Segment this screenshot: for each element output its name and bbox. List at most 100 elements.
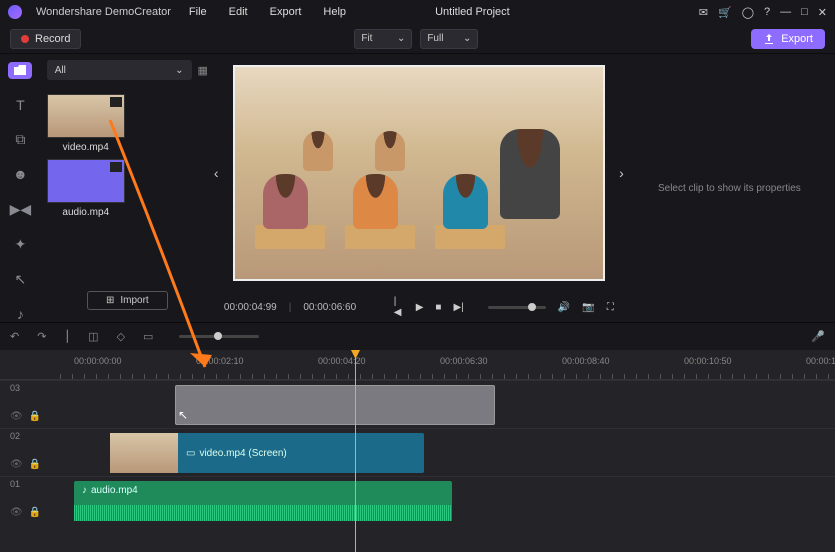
- music-note-icon: ♪: [82, 485, 87, 496]
- project-title: Untitled Project: [260, 6, 685, 18]
- next-button[interactable]: ▶|: [453, 302, 463, 313]
- chevron-down-icon: ⌄: [175, 65, 183, 76]
- chevron-down-icon: ⌄: [463, 33, 471, 44]
- tool-effects[interactable]: ✦: [8, 236, 32, 253]
- total-time: 00:00:06:60: [303, 302, 356, 313]
- menu-file[interactable]: File: [189, 6, 207, 18]
- snapshot-icon[interactable]: 📷: [582, 302, 594, 313]
- maximize-icon[interactable]: □: [801, 6, 808, 18]
- track-1[interactable]: 01 👁 🔒 ♪audio.mp4: [0, 476, 835, 524]
- preview-size-selects: Fit ⌄ Full ⌄: [354, 29, 478, 49]
- timeline-clip-audio[interactable]: ♪audio.mp4: [74, 481, 452, 521]
- screen-icon: ▭: [186, 448, 195, 459]
- cart-icon[interactable]: 🛒: [718, 6, 732, 19]
- camera-icon: [110, 97, 122, 107]
- record-label: Record: [35, 33, 70, 45]
- prev-frame-nav[interactable]: ‹: [214, 165, 219, 181]
- clip-name: audio.mp4: [47, 207, 125, 218]
- media-library: All ⌄ ▦ video.mp4 audio.mp4 ⊞ Import: [41, 54, 214, 322]
- redo-icon[interactable]: ↷: [37, 330, 46, 343]
- tool-cursor[interactable]: ↖: [8, 271, 32, 288]
- marker-icon[interactable]: ◇: [117, 330, 125, 343]
- clip-name: video.mp4: [47, 142, 125, 153]
- properties-panel: Select clip to show its properties: [624, 54, 835, 322]
- fit-label: Fit: [361, 33, 372, 44]
- mic-icon[interactable]: 🎤: [811, 330, 825, 343]
- zoom-slider[interactable]: [179, 335, 259, 338]
- delete-icon[interactable]: ▭: [143, 330, 153, 343]
- import-label: Import: [120, 295, 148, 306]
- timeline-toolbar: ↶ ↷ ⎮ ◫ ◇ ▭ 🎤: [0, 322, 835, 350]
- track-2[interactable]: 02 👁 🔒 ▭ video.mp4 (Screen): [0, 428, 835, 476]
- export-button[interactable]: Export: [751, 29, 825, 49]
- tool-text[interactable]: T: [8, 97, 32, 114]
- lock-icon[interactable]: 🔒: [29, 507, 41, 518]
- import-button[interactable]: ⊞ Import: [87, 291, 168, 310]
- playback-controls: 00:00:04:99 | 00:00:06:60 |◀ ▶ ■ ▶| 🔊 📷 …: [214, 292, 624, 322]
- eye-icon[interactable]: 👁: [10, 411, 23, 422]
- top-toolbar: Record Fit ⌄ Full ⌄ Export: [0, 24, 835, 54]
- video-preview-area: ‹ ›: [214, 54, 624, 292]
- library-clips: video.mp4 audio.mp4: [47, 94, 208, 218]
- tool-media[interactable]: [8, 62, 32, 79]
- export-label: Export: [781, 33, 813, 45]
- clip-label: video.mp4 (Screen): [199, 448, 286, 459]
- track-label: 02: [10, 431, 20, 441]
- library-filter[interactable]: All ⌄: [47, 60, 192, 80]
- timeline-tracks: 03 👁 🔒 02 👁 🔒 ▭ video.mp4 (Screen) 01 👁 🔒 ♪a…: [0, 380, 835, 524]
- minimize-icon[interactable]: —: [780, 6, 791, 18]
- help-icon[interactable]: ?: [764, 6, 770, 18]
- timeline[interactable]: 00:00:00:0000:00:02:1000:00:04:2000:00:0…: [0, 350, 835, 552]
- preview-panel: ‹ › 00:00:04:99 | 00:00:06:60 |◀ ▶ ■ ▶| …: [214, 54, 624, 322]
- user-icon[interactable]: ◯: [742, 6, 754, 19]
- titlebar: Wondershare DemoCreator File Edit Export…: [0, 0, 835, 24]
- inspector-empty-text: Select clip to show its properties: [658, 183, 801, 194]
- fullscreen-icon[interactable]: ⛶: [607, 302, 614, 313]
- side-toolbar: T ⧉ ☻ ▶◀ ✦ ↖ ♪: [0, 54, 41, 322]
- volume-icon[interactable]: 🔊: [558, 302, 570, 313]
- app-name: Wondershare DemoCreator: [36, 6, 171, 18]
- record-button[interactable]: Record: [10, 29, 81, 49]
- split-icon[interactable]: ⎮: [64, 330, 70, 343]
- track-label: 03: [10, 383, 20, 393]
- tool-transition[interactable]: ▶◀: [8, 201, 32, 218]
- playhead[interactable]: [355, 350, 356, 552]
- crop-icon[interactable]: ◫: [88, 330, 98, 343]
- clip-thumbnail: [47, 159, 125, 203]
- full-label: Full: [427, 33, 443, 44]
- tool-audio[interactable]: ♪: [8, 306, 32, 323]
- library-clip-video[interactable]: video.mp4: [47, 94, 125, 153]
- tool-stream[interactable]: ⧉: [8, 131, 32, 148]
- upload-icon: [763, 33, 775, 45]
- play-button[interactable]: ▶: [416, 302, 424, 313]
- grid-view-icon[interactable]: ▦: [198, 64, 208, 77]
- current-time: 00:00:04:99: [224, 302, 277, 313]
- menu-edit[interactable]: Edit: [229, 6, 248, 18]
- main-area: T ⧉ ☻ ▶◀ ✦ ↖ ♪ All ⌄ ▦ video.mp4 audio.m…: [0, 54, 835, 322]
- timeline-ruler[interactable]: 00:00:00:0000:00:02:1000:00:04:2000:00:0…: [0, 350, 835, 380]
- eye-icon[interactable]: 👁: [10, 507, 23, 518]
- video-preview[interactable]: [233, 65, 605, 281]
- close-icon[interactable]: ✕: [818, 6, 827, 19]
- track-label: 01: [10, 479, 20, 489]
- clip-thumbnail: [47, 94, 125, 138]
- timeline-clip-video[interactable]: ▭ video.mp4 (Screen): [110, 433, 424, 473]
- eye-icon[interactable]: 👁: [10, 459, 23, 470]
- library-clip-audio[interactable]: audio.mp4: [47, 159, 125, 218]
- undo-icon[interactable]: ↶: [10, 330, 19, 343]
- folder-plus-icon: ⊞: [106, 295, 114, 306]
- record-icon: [21, 35, 29, 43]
- stop-button[interactable]: ■: [435, 302, 441, 313]
- prev-button[interactable]: |◀: [394, 296, 404, 318]
- timeline-clip-empty[interactable]: [175, 385, 495, 425]
- track-3[interactable]: 03 👁 🔒: [0, 380, 835, 428]
- fit-select[interactable]: Fit ⌄: [354, 29, 412, 49]
- mail-icon[interactable]: ✉: [699, 6, 708, 19]
- lock-icon[interactable]: 🔒: [29, 411, 41, 422]
- volume-slider[interactable]: [488, 306, 546, 309]
- tool-sticker[interactable]: ☻: [8, 166, 32, 183]
- window-controls: ✉ 🛒 ◯ ? — □ ✕: [699, 6, 827, 19]
- next-frame-nav[interactable]: ›: [619, 165, 624, 181]
- lock-icon[interactable]: 🔒: [29, 459, 41, 470]
- full-select[interactable]: Full ⌄: [420, 29, 478, 49]
